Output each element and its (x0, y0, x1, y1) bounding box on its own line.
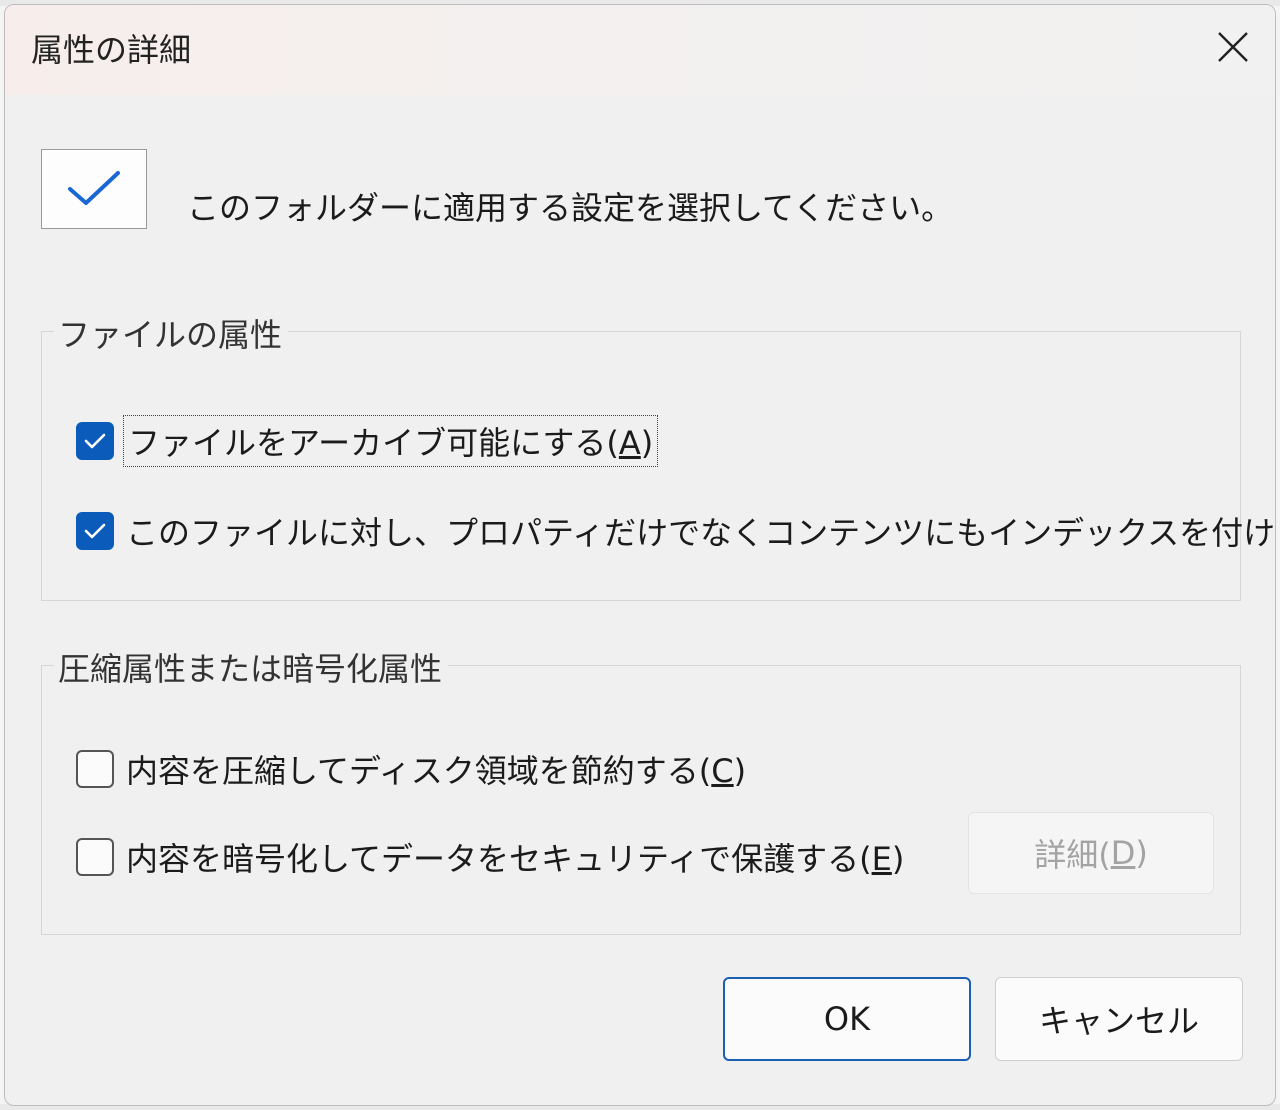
close-button[interactable] (1201, 19, 1265, 75)
cancel-button[interactable]: キャンセル (995, 977, 1243, 1061)
index-checkbox-row[interactable]: このファイルに対し、プロパティだけでなくコンテンツにもインデックスを付ける(I) (76, 508, 1275, 554)
archive-checkbox[interactable] (76, 422, 114, 460)
instruction-text: このフォルダーに適用する設定を選択してください。 (187, 189, 954, 227)
encrypt-label[interactable]: 内容を暗号化してデータをセキュリティで保護する(E) (126, 834, 904, 880)
advanced-attributes-dialog: 属性の詳細 このフォルダーに適用する設定を選択してください。 ファイルの属性 フ… (4, 4, 1276, 1106)
file-attributes-label: ファイルの属性 (54, 310, 289, 356)
index-checkbox[interactable] (76, 512, 114, 550)
compress-checkbox[interactable] (76, 750, 114, 788)
encrypt-checkbox-row[interactable]: 内容を暗号化してデータをセキュリティで保護する(E) (76, 834, 904, 880)
archive-label[interactable]: ファイルをアーカイブ可能にする(A) (122, 415, 659, 467)
checkmark-icon (84, 523, 106, 539)
checkmark-header-icon (41, 149, 147, 229)
checkmark-icon (84, 433, 106, 449)
compress-encrypt-label: 圧縮属性または暗号化属性 (54, 644, 449, 690)
close-icon (1218, 32, 1248, 62)
compress-checkbox-row[interactable]: 内容を圧縮してディスク領域を節約する(C) (76, 746, 746, 792)
dialog-title: 属性の詳細 (31, 31, 192, 69)
file-attributes-group: ファイルの属性 ファイルをアーカイブ可能にする(A) このファイルに対し、プロパ… (41, 310, 1275, 601)
encrypt-checkbox[interactable] (76, 838, 114, 876)
details-button[interactable]: 詳細(D) (968, 812, 1214, 894)
compress-label[interactable]: 内容を圧縮してディスク領域を節約する(C) (126, 746, 746, 792)
compress-encrypt-group: 圧縮属性または暗号化属性 内容を圧縮してディスク領域を節約する(C) 内容を暗号… (41, 644, 1241, 935)
checkmark-icon (68, 171, 120, 205)
ok-button[interactable]: OK (723, 977, 971, 1061)
index-label[interactable]: このファイルに対し、プロパティだけでなくコンテンツにもインデックスを付ける(I) (126, 508, 1275, 554)
archive-checkbox-row[interactable]: ファイルをアーカイブ可能にする(A) (76, 415, 659, 467)
title-bar: 属性の詳細 (5, 5, 1275, 95)
